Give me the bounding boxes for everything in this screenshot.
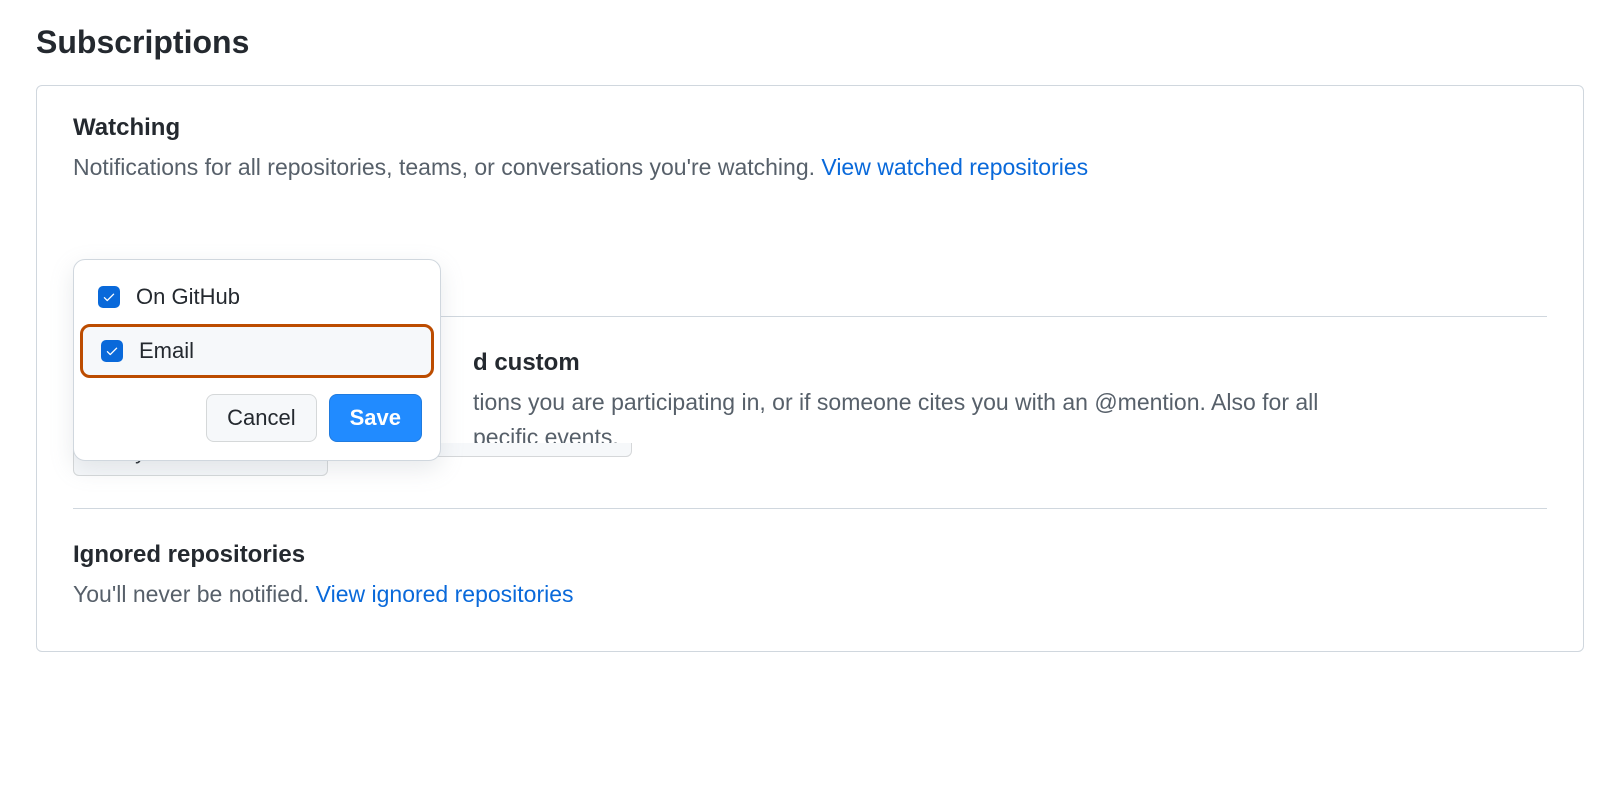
- watching-description: Notifications for all repositories, team…: [73, 150, 1547, 185]
- option-on-github[interactable]: On GitHub: [74, 270, 440, 324]
- notify-options-popup: On GitHub Email Cancel Save: [73, 259, 441, 461]
- divider: [73, 508, 1547, 509]
- participating-line1: tions you are participating in, or if so…: [473, 389, 1318, 415]
- cancel-button[interactable]: Cancel: [206, 394, 316, 442]
- option-label: Email: [139, 338, 194, 364]
- option-email[interactable]: Email: [80, 324, 434, 378]
- watching-desc-text: Notifications for all repositories, team…: [73, 154, 821, 180]
- save-button[interactable]: Save: [329, 394, 422, 442]
- checkbox-checked-icon[interactable]: [98, 286, 120, 308]
- ignored-description: You'll never be notified. View ignored r…: [73, 577, 1547, 612]
- popup-actions: Cancel Save: [74, 378, 440, 442]
- ignored-desc-text: You'll never be notified.: [73, 581, 316, 607]
- checkbox-checked-icon[interactable]: [101, 340, 123, 362]
- watching-title: Watching: [73, 114, 1547, 142]
- ignored-title: Ignored repositories: [73, 541, 1547, 569]
- ignored-section: Ignored repositories You'll never be not…: [73, 541, 1547, 612]
- page-title: Subscriptions: [36, 24, 1584, 61]
- view-ignored-repos-link[interactable]: View ignored repositories: [316, 581, 574, 607]
- option-label: On GitHub: [136, 284, 240, 310]
- subscriptions-panel: Watching Notifications for all repositor…: [36, 85, 1584, 652]
- view-watched-repos-link[interactable]: View watched repositories: [821, 154, 1088, 180]
- participating-title-partial: d custom: [473, 349, 1547, 377]
